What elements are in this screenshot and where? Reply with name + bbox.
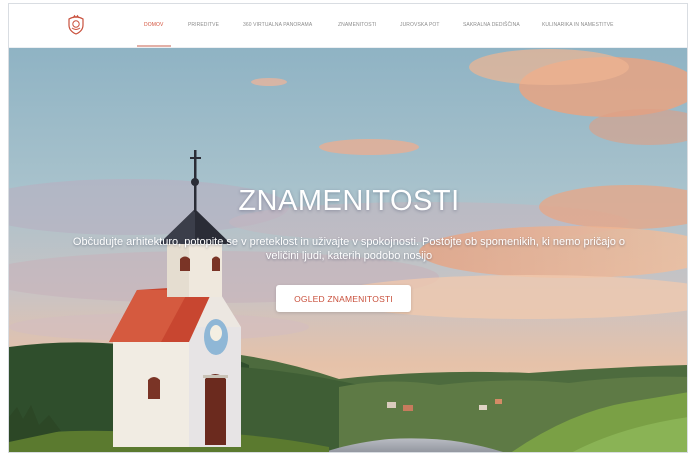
hero-title: ZNAMENITOSTI (238, 185, 460, 217)
active-nav-indicator (137, 45, 171, 47)
nav-item-jurovska-pot[interactable]: JUROVSKA POT (400, 22, 440, 28)
nav-item-domov[interactable]: DOMOV (144, 22, 163, 28)
browser-viewport: DOMOV PRIREDITVE 360 VIRTUALNA PANORAMA … (8, 3, 688, 453)
ogled-znamenitosti-button[interactable]: OGLED ZNAMENITOSTI (276, 285, 411, 312)
nav-item-znamenitosti[interactable]: ZNAMENITOSTI (338, 22, 376, 28)
nav-item-360-panorama[interactable]: 360 VIRTUALNA PANORAMA (243, 22, 312, 28)
hero-banner: ZNAMENITOSTI Občudujte arhitekturo, poto… (9, 47, 687, 452)
top-navbar: DOMOV PRIREDITVE 360 VIRTUALNA PANORAMA … (9, 4, 687, 48)
nav-item-sakralna-dediscina[interactable]: SAKRALNA DEDIŠČINA (463, 22, 520, 28)
nav-item-prireditve[interactable]: PRIREDITVE (188, 22, 219, 28)
nav-item-kulinarika[interactable]: KULINARIKA IN NAMESTITVE (542, 22, 614, 28)
hero-subtitle: Občudujte arhitekturo, potopite se v pre… (72, 236, 626, 262)
coat-of-arms-icon[interactable] (65, 14, 87, 36)
